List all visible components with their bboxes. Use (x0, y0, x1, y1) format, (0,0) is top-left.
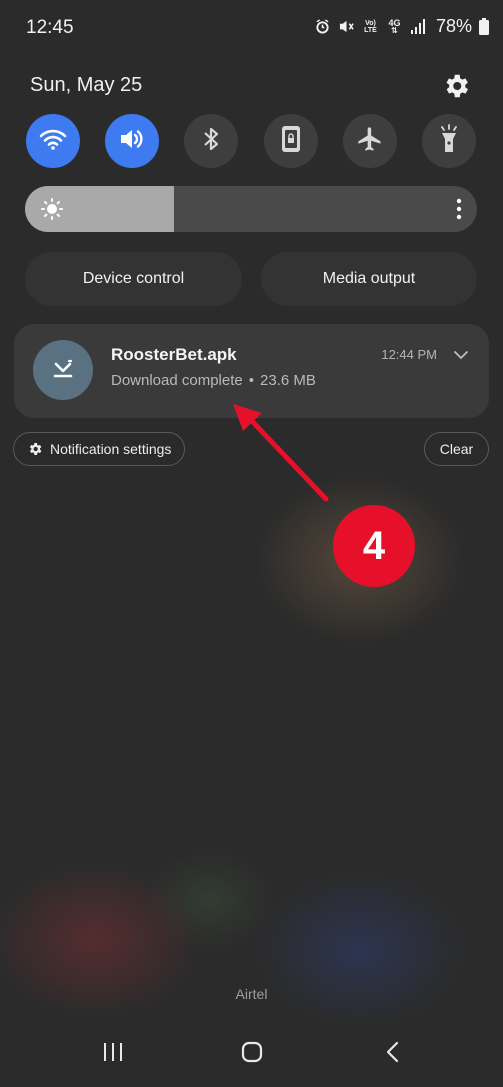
volte-label-bottom: LTE (364, 26, 377, 34)
gear-icon (27, 441, 43, 457)
recent-apps-button[interactable] (93, 1040, 133, 1068)
mobile-data-icon: 4G ⇅ (388, 18, 401, 35)
wifi-icon (39, 127, 67, 156)
settings-gear-icon[interactable] (441, 71, 471, 101)
rotation-lock-icon (280, 125, 302, 158)
volte-icon: Vo) LTE (362, 18, 379, 35)
more-options-icon[interactable] (455, 198, 463, 220)
bluetooth-toggle[interactable] (184, 114, 238, 168)
flashlight-icon (438, 123, 460, 159)
device-control-label: Device control (82, 270, 185, 287)
notification-size: 23.6 MB (260, 372, 316, 389)
brightness-slider[interactable] (25, 186, 477, 232)
clear-label: Clear (439, 441, 474, 457)
download-notification[interactable]: RoosterBet.apk Download complete • 23.6 MB… (14, 324, 489, 418)
notification-time: 12:44 PM (381, 347, 437, 362)
step-number-badge: 4 (333, 505, 415, 587)
notification-separator: • (248, 372, 255, 389)
airplane-mode-toggle[interactable] (343, 114, 397, 168)
flashlight-toggle[interactable] (422, 114, 476, 168)
back-button[interactable] (373, 1040, 413, 1068)
notification-status: Download complete (111, 372, 243, 389)
device-control-button[interactable]: Device control (25, 252, 242, 306)
volte-label-top: Vo) (365, 19, 376, 27)
chevron-down-icon[interactable] (453, 348, 469, 360)
recent-apps-icon (102, 1042, 124, 1067)
wifi-toggle[interactable] (26, 114, 80, 168)
clear-button[interactable]: Clear (424, 432, 489, 466)
battery-icon (479, 18, 489, 35)
sun-icon (41, 198, 63, 220)
download-complete-icon (33, 340, 93, 400)
media-output-label: Media output (322, 270, 416, 287)
bluetooth-icon (201, 125, 221, 158)
status-icons: Vo) LTE 4G ⇅ 78% (314, 16, 489, 37)
back-icon (385, 1041, 401, 1068)
signal-icon (410, 18, 427, 35)
carrier-label: Airtel (235, 986, 268, 1002)
home-icon (240, 1041, 264, 1068)
speaker-icon (118, 127, 146, 156)
portrait-lock-toggle[interactable] (264, 114, 318, 168)
notification-title: RoosterBet.apk (111, 345, 237, 364)
sound-toggle[interactable] (105, 114, 159, 168)
battery-percent: 78% (435, 16, 472, 36)
notification-settings-label: Notification settings (50, 441, 172, 457)
alarm-icon (314, 18, 331, 35)
home-button[interactable] (232, 1040, 272, 1068)
media-output-button[interactable]: Media output (261, 252, 477, 306)
mute-icon (338, 18, 355, 35)
notification-subtitle: Download complete • 23.6 MB (111, 372, 316, 389)
notification-settings-button[interactable]: Notification settings (13, 432, 185, 466)
airplane-icon (356, 125, 384, 158)
date-label: Sun, May 25 (30, 74, 143, 96)
status-time: 12:45 (26, 17, 74, 38)
